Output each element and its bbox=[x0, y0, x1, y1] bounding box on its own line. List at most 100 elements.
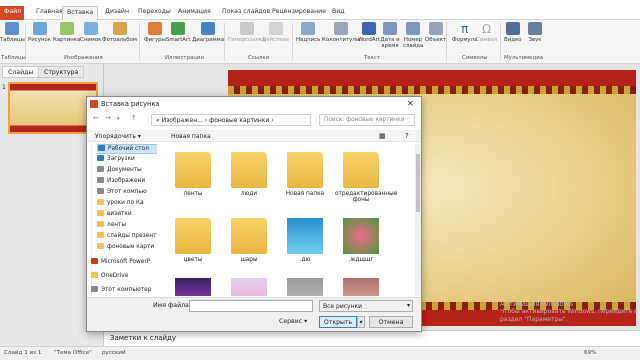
tab-slides[interactable]: Слайды bbox=[2, 66, 40, 78]
video-button[interactable]: Видео bbox=[504, 22, 522, 43]
chevron-down-icon[interactable]: ▾ bbox=[117, 116, 120, 122]
scrollbar[interactable] bbox=[415, 144, 421, 296]
tree-item[interactable]: OneDrive bbox=[91, 272, 153, 282]
file-item[interactable] bbox=[335, 278, 387, 296]
action-button[interactable]: Действие bbox=[262, 22, 289, 43]
picture-button[interactable]: Рисунок bbox=[28, 22, 51, 43]
file-item[interactable]: ленты bbox=[167, 152, 219, 197]
group-label: Ссылки bbox=[248, 55, 270, 61]
tab-transitions[interactable]: Переходы bbox=[134, 6, 175, 20]
file-item[interactable]: люди bbox=[223, 152, 275, 197]
chevron-down-icon: ▾ bbox=[406, 302, 410, 309]
navigation-tree: Рабочий стол Загрузки Документы Изображени Э… bbox=[91, 144, 157, 296]
symbol-button[interactable]: Ω Символ bbox=[476, 22, 497, 43]
screenshot-button[interactable]: Снимок bbox=[80, 22, 101, 43]
filename-input[interactable] bbox=[189, 300, 313, 312]
smartart-button[interactable]: SmartArt bbox=[166, 22, 190, 43]
back-icon[interactable]: ← bbox=[93, 114, 99, 122]
slide-ornament-top bbox=[228, 86, 636, 94]
tree-item[interactable]: уроки по Ка bbox=[97, 199, 157, 209]
new-folder-button[interactable]: Новая папка bbox=[171, 133, 211, 140]
table-button[interactable]: Таблицы bbox=[0, 22, 25, 43]
status-bar: Слайд 1 из 1 "Тема Office" русский 69% bbox=[0, 346, 640, 360]
slide-thumbnail[interactable] bbox=[8, 82, 98, 134]
close-icon[interactable]: ✕ bbox=[407, 99, 414, 108]
tab-review[interactable]: Рецензирование bbox=[268, 6, 330, 20]
folder-icon bbox=[97, 166, 104, 172]
folder-icon bbox=[97, 177, 104, 183]
path-breadcrumb[interactable]: « Изображен... › фоновые картинки › bbox=[151, 114, 311, 126]
scrollbar-thumb[interactable] bbox=[416, 154, 420, 212]
image-thumbnail bbox=[343, 278, 379, 296]
textbox-button[interactable]: Надпись bbox=[296, 22, 320, 43]
tab-file[interactable]: Файл bbox=[0, 6, 24, 20]
group-label: Изображения bbox=[64, 55, 103, 61]
file-item[interactable]: шары bbox=[223, 218, 275, 263]
wordart-button[interactable]: WordArt bbox=[358, 22, 380, 43]
tree-item[interactable]: визитки bbox=[97, 210, 157, 220]
file-item[interactable]: Новая папка bbox=[279, 152, 331, 197]
file-item[interactable] bbox=[279, 278, 331, 296]
formula-button[interactable]: π Формула bbox=[452, 22, 477, 43]
tree-item[interactable]: Изображени bbox=[97, 177, 157, 187]
open-button[interactable]: Открыть bbox=[319, 316, 357, 328]
tree-item[interactable]: Рабочий стол bbox=[97, 144, 157, 154]
shapes-button[interactable]: Фигуры bbox=[144, 22, 166, 43]
tab-insert[interactable]: Вставка bbox=[62, 6, 99, 20]
tree-item[interactable]: Загрузки bbox=[97, 155, 157, 165]
cancel-button[interactable]: Отмена bbox=[369, 316, 413, 328]
watermark-text: раздел "Параметры". bbox=[500, 316, 568, 323]
clipart-button[interactable]: Картинка bbox=[53, 22, 80, 43]
organize-button[interactable]: Упорядочить ▾ bbox=[95, 133, 141, 140]
object-button[interactable]: Объект bbox=[425, 22, 446, 43]
group-label: Символы bbox=[462, 55, 488, 61]
notes-pane[interactable]: Заметки к слайду bbox=[104, 330, 640, 346]
file-item[interactable]: .ждщщг bbox=[335, 218, 387, 263]
tab-animation[interactable]: Анимация bbox=[174, 6, 215, 20]
sound-button[interactable]: Звук bbox=[528, 22, 542, 43]
insert-picture-dialog: Вставка рисунка ✕ ← → ▾ ↑ « Изображен...… bbox=[86, 96, 422, 332]
omega-icon: Ω bbox=[479, 22, 494, 36]
tab-design[interactable]: Дизайн bbox=[101, 6, 133, 20]
hyperlink-icon bbox=[239, 22, 254, 35]
up-icon[interactable]: ↑ bbox=[131, 114, 137, 122]
filetype-select[interactable]: Все рисунки ▾ bbox=[319, 300, 413, 312]
status-slide: Слайд 1 из 1 bbox=[4, 350, 42, 356]
file-item[interactable]: цветы bbox=[167, 218, 219, 263]
file-item[interactable] bbox=[167, 278, 219, 296]
dialog-title: Вставка рисунка bbox=[87, 97, 421, 111]
chart-button[interactable]: Диаграмма bbox=[192, 22, 224, 43]
tree-item[interactable]: фоновые карти bbox=[97, 243, 157, 253]
tree-item[interactable]: слайды презент bbox=[97, 232, 157, 242]
forward-icon[interactable]: → bbox=[105, 114, 111, 122]
hyperlink-button[interactable]: Гиперссылка bbox=[228, 22, 265, 43]
album-button[interactable]: Фотоальбом bbox=[102, 22, 137, 43]
file-item[interactable]: отредактированные фоны bbox=[335, 152, 397, 203]
help-icon[interactable]: ? bbox=[405, 132, 409, 140]
search-input[interactable]: Поиск: фоновые картинки bbox=[319, 114, 415, 126]
tab-view[interactable]: Вид bbox=[328, 6, 349, 20]
tab-structure[interactable]: Структура bbox=[38, 66, 85, 78]
tab-slideshow[interactable]: Показ слайдов bbox=[218, 6, 274, 20]
shapes-icon bbox=[147, 22, 162, 35]
tree-item[interactable]: Microsoft PowerP bbox=[91, 258, 153, 268]
image-thumbnail bbox=[287, 218, 323, 254]
activation-watermark: Активация Windows Чтобы активировать Win… bbox=[500, 300, 640, 324]
image-thumbnail bbox=[343, 218, 379, 254]
tree-item[interactable]: Документы bbox=[97, 166, 157, 176]
zoom-level[interactable]: 69% bbox=[584, 350, 596, 356]
divider bbox=[446, 23, 447, 61]
service-button[interactable]: Сервис ▾ bbox=[279, 318, 307, 325]
image-thumbnail bbox=[175, 278, 211, 296]
file-item[interactable] bbox=[223, 278, 275, 296]
file-item[interactable]: .дю bbox=[279, 218, 331, 263]
tree-item[interactable]: ленты bbox=[97, 221, 157, 231]
tree-item[interactable]: Этот компью bbox=[97, 188, 157, 198]
open-dropdown-button[interactable]: ▾ bbox=[357, 316, 365, 328]
headerfooter-button[interactable]: Колонтитулы bbox=[322, 22, 360, 43]
view-options-icon[interactable]: ▦ bbox=[379, 132, 386, 140]
tree-item[interactable]: Этот компьютер bbox=[91, 286, 153, 296]
datetime-button[interactable]: Дата и время bbox=[380, 22, 400, 49]
slidenum-button[interactable]: Номер слайда bbox=[403, 22, 423, 49]
group-label: Текст bbox=[364, 55, 380, 61]
